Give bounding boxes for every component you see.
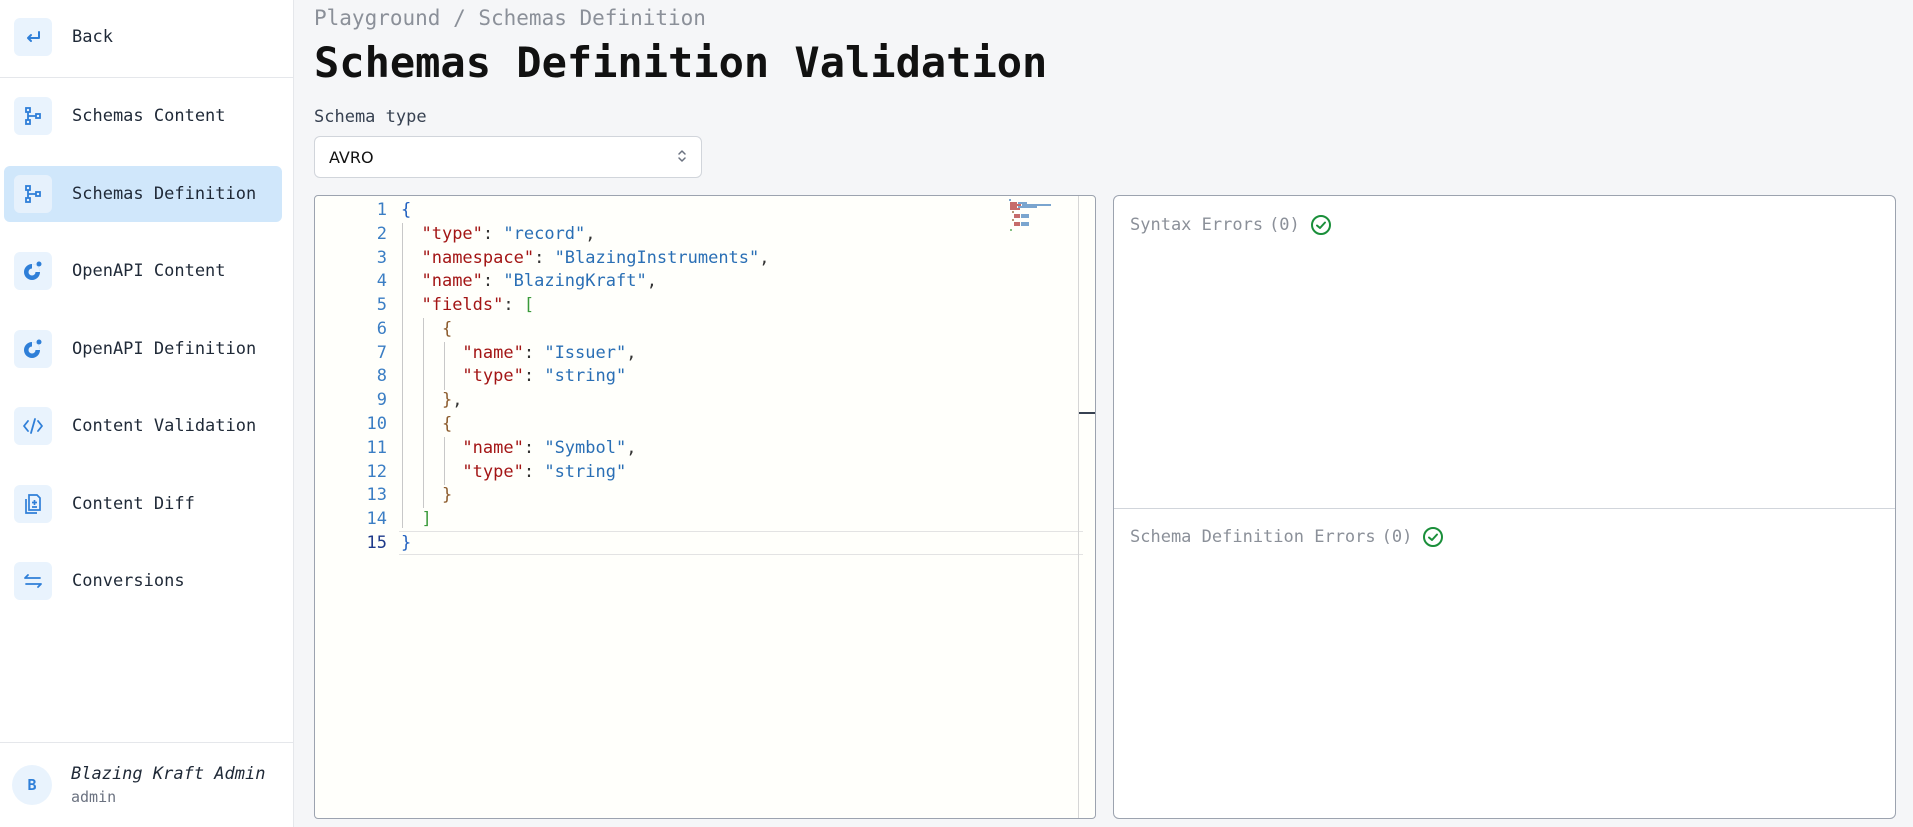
schema-definition-errors-header: Schema Definition Errors (0) xyxy=(1130,526,1444,548)
sidebar-item-content-diff[interactable]: Content Diff xyxy=(4,476,282,532)
errors-divider xyxy=(1114,508,1895,509)
schema-tree-icon xyxy=(14,97,52,135)
line-number: 3 xyxy=(376,248,387,268)
editor-scrollbar-track[interactable] xyxy=(1078,196,1079,818)
code-line: "type": "string" xyxy=(462,366,627,386)
code-line: } xyxy=(441,485,453,505)
code-line: "name": "BlazingKraft", xyxy=(421,271,657,291)
sidebar-item-label: Content Validation xyxy=(72,416,257,436)
avatar: B xyxy=(12,765,52,805)
breadcrumb: Playground / Schemas Definition xyxy=(314,6,706,30)
chevron-updown-icon xyxy=(677,148,687,167)
sidebar-item-schemas-definition[interactable]: Schemas Definition xyxy=(4,166,282,222)
swap-icon xyxy=(14,562,52,600)
check-circle-icon xyxy=(1422,526,1444,548)
sidebar-item-label: Schemas Content xyxy=(72,106,226,126)
line-number: 4 xyxy=(376,271,387,291)
code-line: } xyxy=(401,533,412,553)
code-line: { xyxy=(401,200,412,220)
schema-definition-errors-label: Schema Definition Errors xyxy=(1130,527,1376,547)
sidebar-item-openapi-content[interactable]: OpenAPI Content xyxy=(4,243,282,299)
sidebar-item-schemas-content[interactable]: Schemas Content xyxy=(4,88,282,144)
schema-tree-icon xyxy=(14,175,52,213)
line-number-active: 15 xyxy=(366,533,387,553)
page-title: Schemas Definition Validation xyxy=(314,38,1048,87)
code-line: "fields": [ xyxy=(421,295,535,315)
schema-definition-errors-count: (0) xyxy=(1381,527,1413,547)
sidebar-divider xyxy=(0,77,293,78)
line-number: 6 xyxy=(376,319,387,339)
syntax-errors-count: (0) xyxy=(1269,215,1300,235)
syntax-errors-label: Syntax Errors xyxy=(1130,215,1264,235)
code-line: "type": "string" xyxy=(462,462,627,482)
line-number: 11 xyxy=(366,438,387,458)
code-line: { xyxy=(441,319,453,339)
errors-panel: Syntax Errors (0) Schema Definition Erro… xyxy=(1113,195,1896,819)
code-icon xyxy=(14,407,52,445)
user-role: admin xyxy=(71,788,117,806)
diff-icon xyxy=(14,485,52,523)
sidebar-item-label: Content Diff xyxy=(72,494,195,514)
line-number: 14 xyxy=(366,509,387,529)
code-line: "name": "Issuer", xyxy=(462,343,637,363)
code-line: { xyxy=(441,414,453,434)
schema-type-label: Schema type xyxy=(314,107,427,127)
code-line: ] xyxy=(421,509,432,529)
code-line: "name": "Symbol", xyxy=(462,438,637,458)
line-number: 8 xyxy=(376,366,387,386)
editor-minimap[interactable] xyxy=(1007,198,1055,234)
sidebar-item-label: OpenAPI Content xyxy=(72,261,226,281)
sidebar-item-openapi-definition[interactable]: OpenAPI Definition xyxy=(4,321,282,377)
back-button[interactable]: Back xyxy=(4,9,282,65)
line-number: 9 xyxy=(376,390,387,410)
check-circle-icon xyxy=(1310,214,1332,236)
openapi-icon xyxy=(14,330,52,368)
editor-scroll-marker xyxy=(1079,412,1095,414)
schema-type-value: AVRO xyxy=(329,147,374,167)
sidebar-item-label: Conversions xyxy=(72,571,185,591)
line-number: 5 xyxy=(376,295,387,315)
user-profile[interactable]: B Blazing Kraft Admin admin xyxy=(0,743,293,827)
line-number: 2 xyxy=(376,224,387,244)
current-line-highlight xyxy=(399,531,1083,555)
sidebar-item-conversions[interactable]: Conversions xyxy=(4,553,282,609)
back-label: Back xyxy=(72,27,113,47)
code-line: }, xyxy=(441,390,463,410)
line-number: 7 xyxy=(376,343,387,363)
sidebar-item-content-validation[interactable]: Content Validation xyxy=(4,398,282,454)
line-number: 13 xyxy=(366,485,387,505)
syntax-errors-header: Syntax Errors (0) xyxy=(1130,214,1332,236)
line-number: 1 xyxy=(376,200,387,220)
user-name: Blazing Kraft Admin xyxy=(71,764,266,784)
openapi-icon xyxy=(14,252,52,290)
sidebar-item-label: Schemas Definition xyxy=(72,184,257,204)
line-number: 12 xyxy=(366,462,387,482)
schema-type-select[interactable]: AVRO xyxy=(314,136,702,178)
back-arrow-icon xyxy=(14,18,52,56)
sidebar-item-label: OpenAPI Definition xyxy=(72,339,257,359)
code-line: "namespace": "BlazingInstruments", xyxy=(421,248,770,268)
line-number: 10 xyxy=(366,414,387,434)
sidebar: Back Schemas Content Schemas Definition … xyxy=(0,0,294,827)
code-editor[interactable]: 1 2 3 4 5 6 7 8 9 10 11 12 13 14 15 { "t… xyxy=(314,195,1096,819)
code-line: "type": "record", xyxy=(421,224,596,244)
